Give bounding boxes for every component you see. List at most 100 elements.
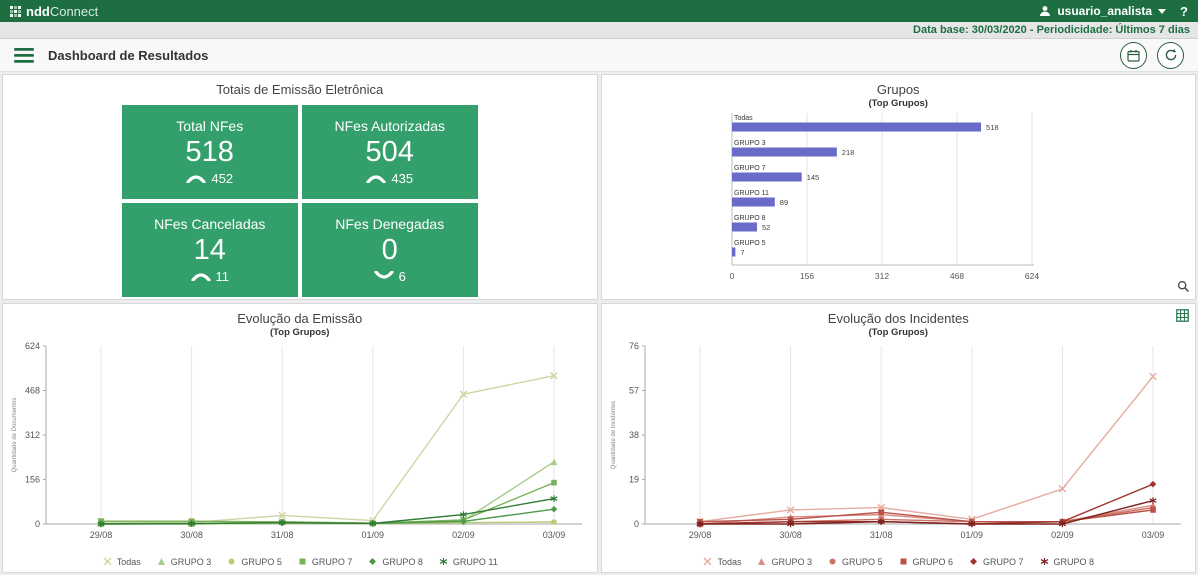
trend-up-icon — [186, 173, 206, 183]
legend-label: GRUPO 7 — [983, 557, 1024, 567]
kpi-label: NFes Denegadas — [335, 216, 444, 232]
legend-item-todas[interactable]: Todas — [102, 556, 141, 567]
series-todas[interactable] — [101, 376, 554, 523]
bar-value-label: 145 — [806, 173, 819, 182]
ndd-logo-icon — [10, 6, 21, 17]
legend-item-grupo-8[interactable]: GRUPO 8 — [367, 556, 423, 567]
grupos-chart[interactable]: 0156312468624Todas518GRUPO 3218GRUPO 714… — [602, 111, 1194, 287]
bar-category-label: GRUPO 3 — [734, 140, 766, 147]
incidentes-chart-container: 29/0830/0831/0801/0902/0903/09019385776Q… — [605, 340, 1196, 553]
legend-item-grupo-7[interactable]: GRUPO 7 — [297, 556, 353, 567]
series-grupo-3[interactable] — [700, 505, 1153, 524]
legend-item-grupo-5[interactable]: GRUPO 5 — [827, 556, 883, 567]
refresh-icon — [1164, 48, 1178, 62]
emissao-chart[interactable]: 29/0830/0831/0801/0902/0903/090156312468… — [6, 340, 594, 548]
page-header: Dashboard de Resultados — [0, 39, 1198, 72]
kpi-cards: Total NFes518452NFes Autorizadas504435NF… — [3, 105, 597, 297]
kpi-trend-value: 452 — [211, 171, 233, 186]
legend-label: GRUPO 6 — [913, 557, 954, 567]
kpi-card-nfes-denegadas[interactable]: NFes Denegadas 0 6 — [302, 203, 478, 297]
trend-up-icon — [191, 271, 211, 281]
y-tick-label: 0 — [633, 519, 638, 529]
y-tick-label: 57 — [628, 386, 638, 396]
bar-category-label: Todas — [734, 115, 753, 122]
user-menu[interactable]: usuario_analista — [1039, 4, 1166, 18]
bar-todas[interactable] — [732, 123, 981, 132]
legend-marker-icon — [756, 556, 767, 567]
help-button[interactable]: ? — [1180, 4, 1188, 19]
kpi-value: 518 — [186, 137, 234, 167]
kpi-label: NFes Canceladas — [154, 216, 265, 232]
series-grupo-3[interactable] — [101, 462, 554, 524]
kpi-trend-value: 11 — [216, 269, 230, 284]
bar-value-label: 52 — [762, 223, 770, 232]
menu-button[interactable] — [14, 48, 34, 63]
calendar-icon — [1127, 49, 1140, 62]
legend-label: GRUPO 11 — [453, 557, 498, 567]
y-tick-label: 468 — [25, 386, 40, 396]
table-icon — [1176, 309, 1189, 322]
x-tick-label: 29/08 — [90, 530, 113, 540]
table-view-button[interactable] — [1176, 309, 1189, 325]
brand-name: nddConnect — [26, 4, 98, 19]
y-tick-label: 19 — [628, 475, 638, 485]
legend-item-grupo-11[interactable]: GRUPO 11 — [438, 556, 498, 567]
incidentes-legend: Todas GRUPO 3 GRUPO 5 GRUPO 6 GRUPO 7 GRUPO 8 — [602, 556, 1196, 567]
legend-marker-icon — [702, 556, 713, 567]
series-todas[interactable] — [700, 376, 1153, 521]
legend-item-grupo-3[interactable]: GRUPO 3 — [156, 556, 212, 567]
x-tick-label: 02/09 — [1051, 530, 1074, 540]
legend-marker-icon — [156, 556, 167, 567]
bar-value-label: 89 — [779, 198, 787, 207]
hamburger-icon — [14, 48, 34, 63]
x-tick-label: 30/08 — [180, 530, 203, 540]
y-tick-label: 624 — [25, 341, 40, 351]
legend-marker-icon — [827, 556, 838, 567]
kpi-value: 14 — [194, 235, 226, 265]
bar-grupo-8[interactable] — [732, 223, 757, 232]
refresh-button[interactable] — [1157, 42, 1184, 69]
x-tick-label: 03/09 — [1141, 530, 1164, 540]
kpi-card-nfes-canceladas[interactable]: NFes Canceladas 14 11 — [122, 203, 298, 297]
grupos-panel-subtitle: (Top Grupos) — [602, 98, 1196, 109]
magnifier-icon — [1177, 280, 1190, 293]
legend-item-grupo-7[interactable]: GRUPO 7 — [968, 556, 1024, 567]
username: usuario_analista — [1057, 4, 1152, 18]
bar-grupo-5[interactable] — [732, 248, 735, 257]
bar-value-label: 218 — [841, 148, 854, 157]
kpi-card-total-nfes[interactable]: Total NFes 518 452 — [122, 105, 298, 199]
legend-label: GRUPO 7 — [312, 557, 353, 567]
legend-label: GRUPO 3 — [771, 557, 812, 567]
zoom-button[interactable] — [1177, 280, 1190, 296]
kpi-value: 0 — [382, 235, 398, 265]
legend-item-grupo-3[interactable]: GRUPO 3 — [756, 556, 812, 567]
totais-panel-title: Totais de Emissão Eletrônica — [3, 82, 597, 97]
trend-down-icon — [374, 271, 394, 281]
x-tick-label: 01/09 — [960, 530, 983, 540]
y-tick-label: 38 — [628, 430, 638, 440]
series-grupo-5[interactable] — [700, 508, 1153, 524]
legend-label: Todas — [117, 557, 141, 567]
topbar: nddConnect usuario_analista ? — [0, 0, 1198, 22]
legend-item-grupo-5[interactable]: GRUPO 5 — [226, 556, 282, 567]
kpi-card-nfes-autorizadas[interactable]: NFes Autorizadas504435 — [302, 105, 478, 199]
legend-item-grupo-6[interactable]: GRUPO 6 — [898, 556, 954, 567]
kpi-trend: 6 — [374, 269, 406, 284]
incidentes-chart[interactable]: 29/0830/0831/0801/0902/0903/09019385776Q… — [605, 340, 1193, 548]
kpi-trend-value: 435 — [391, 171, 413, 186]
infobar: Data base: 30/03/2020 - Periodicidade: Ú… — [0, 22, 1198, 39]
legend-item-grupo-8[interactable]: GRUPO 8 — [1039, 556, 1095, 567]
brand[interactable]: nddConnect — [10, 4, 98, 19]
bar-grupo-11[interactable] — [732, 198, 775, 207]
legend-marker-icon — [968, 556, 979, 567]
series-grupo-7[interactable] — [101, 483, 554, 524]
calendar-button[interactable] — [1120, 42, 1147, 69]
kpi-trend: 452 — [186, 171, 233, 186]
legend-item-todas[interactable]: Todas — [702, 556, 741, 567]
bar-grupo-3[interactable] — [732, 148, 837, 157]
app-root: nddConnect usuario_analista ? Data base:… — [0, 0, 1198, 575]
kpi-label: Total NFes — [176, 118, 243, 134]
bar-grupo-7[interactable] — [732, 173, 802, 182]
emissao-panel-title: Evolução da Emissão — [3, 311, 597, 326]
x-tick-label: 31/08 — [869, 530, 892, 540]
